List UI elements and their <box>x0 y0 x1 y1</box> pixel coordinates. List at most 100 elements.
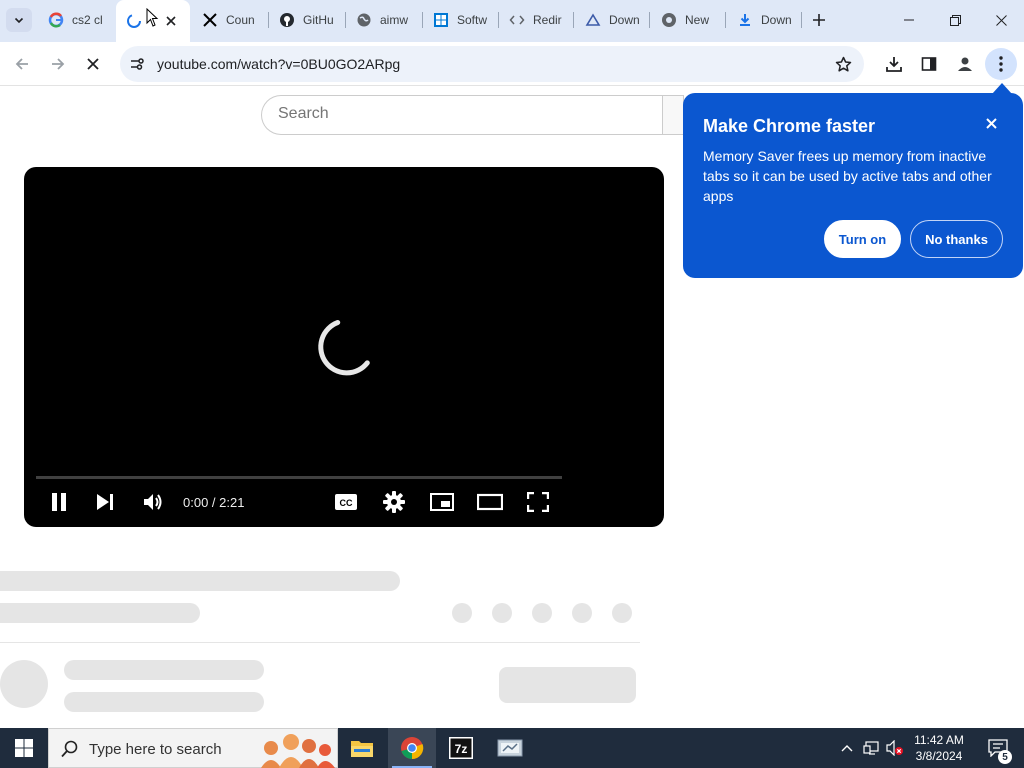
close-window-button[interactable] <box>978 0 1024 40</box>
miniplayer-button[interactable] <box>424 487 460 517</box>
site-info-icon[interactable] <box>128 55 146 73</box>
google-icon <box>48 12 64 28</box>
chrome-icon <box>661 12 677 28</box>
notification-center-button[interactable]: 5 <box>978 728 1018 768</box>
tab-download-1[interactable]: Down <box>585 0 639 40</box>
taskbar-7zip[interactable]: 7z <box>437 728 485 768</box>
plus-icon <box>813 14 825 26</box>
tab-cs2[interactable]: cs2 cl <box>48 0 106 40</box>
tab-strip: cs2 cl Coun GitHu aimw Softw Redir Down <box>0 0 1024 42</box>
windows-taskbar: Type here to search 7z 11:42 AM 3/8/2024… <box>0 728 1024 768</box>
tab-github[interactable]: GitHu <box>279 0 333 40</box>
profile-button[interactable] <box>949 48 981 80</box>
back-button[interactable] <box>6 48 38 80</box>
tab-aimw[interactable]: aimw <box>356 0 410 40</box>
tab-title: GitHu <box>303 13 333 27</box>
taskbar-chrome[interactable] <box>388 728 436 768</box>
volume-muted-icon <box>886 740 903 756</box>
fullscreen-icon <box>527 492 549 512</box>
chevron-down-icon <box>14 17 24 24</box>
new-tab-button[interactable] <box>806 8 832 32</box>
folder-icon <box>351 741 373 757</box>
search-highlight-illustration-icon <box>261 734 335 768</box>
search-icon <box>61 740 78 758</box>
popup-title: Make Chrome faster <box>703 116 876 136</box>
channel-subs-skeleton <box>64 692 264 712</box>
popup-body: Memory Saver frees up memory from inacti… <box>703 148 992 204</box>
start-button[interactable] <box>0 728 48 768</box>
no-thanks-button[interactable]: No thanks <box>910 220 1003 258</box>
tab-separator <box>345 12 346 28</box>
tab-search-button[interactable] <box>6 8 32 32</box>
tab-redirect[interactable]: Redir <box>509 0 563 40</box>
next-button[interactable] <box>87 487 123 517</box>
tab-download-2[interactable]: Down <box>737 0 791 40</box>
closed-captions-icon: CC <box>335 494 357 510</box>
network-status[interactable] <box>860 728 882 768</box>
tab-separator <box>573 12 574 28</box>
memory-saver-popup: Make Chrome faster Memory Saver frees up… <box>683 93 1023 278</box>
windows-logo-icon <box>15 739 33 757</box>
action-skeleton <box>612 603 632 623</box>
settings-button[interactable] <box>376 487 412 517</box>
action-skeleton <box>532 603 552 623</box>
miniplayer-icon <box>430 493 454 511</box>
forward-button[interactable] <box>42 48 74 80</box>
time-display: 0:00 / 2:21 <box>183 495 245 510</box>
tab-title: New <box>685 13 710 27</box>
tab-software[interactable]: Softw <box>433 0 487 40</box>
svg-text:CC: CC <box>340 498 353 508</box>
tab-title: cs2 cl <box>72 13 103 27</box>
captions-button[interactable]: CC <box>328 487 364 517</box>
search-button[interactable] <box>662 95 684 135</box>
bookmark-star-icon[interactable] <box>834 55 852 73</box>
volume-icon <box>144 494 162 510</box>
tab-separator <box>268 12 269 28</box>
pause-icon <box>52 493 66 511</box>
tab-title: Coun <box>226 13 255 27</box>
theater-mode-button[interactable] <box>472 487 508 517</box>
volume-status[interactable] <box>884 728 906 768</box>
code-icon <box>509 12 525 28</box>
video-player[interactable]: 0:00 / 2:21 CC <box>24 167 664 527</box>
stop-loading-button[interactable] <box>77 48 109 80</box>
downloads-button[interactable] <box>878 48 910 80</box>
popup-close-button[interactable] <box>981 113 1001 133</box>
tab-x[interactable]: Coun <box>202 0 256 40</box>
theater-icon <box>477 493 503 511</box>
address-bar[interactable]: youtube.com/watch?v=0BU0GO2ARpg <box>120 46 864 82</box>
tab-title: aimw <box>380 13 409 27</box>
divider <box>0 642 640 643</box>
mute-button[interactable] <box>135 487 171 517</box>
taskbar-clock[interactable]: 11:42 AM 3/8/2024 <box>904 732 974 764</box>
avatar-skeleton <box>0 660 48 708</box>
gear-icon <box>383 491 405 513</box>
turn-on-button[interactable]: Turn on <box>824 220 901 258</box>
side-panel-button[interactable] <box>913 48 945 80</box>
tab-separator <box>422 12 423 28</box>
minimize-button[interactable] <box>886 0 932 40</box>
globe-icon <box>356 12 372 28</box>
taskbar-app-window[interactable] <box>486 728 534 768</box>
taskbar-file-explorer[interactable] <box>338 728 386 768</box>
7zip-icon: 7z <box>449 737 473 759</box>
arrow-left-icon <box>15 58 28 70</box>
browser-toolbar: youtube.com/watch?v=0BU0GO2ARpg <box>0 42 1024 86</box>
search-input[interactable] <box>278 105 658 123</box>
title-skeleton <box>0 571 400 591</box>
fullscreen-button[interactable] <box>520 487 556 517</box>
tab-close-icon[interactable] <box>164 14 178 28</box>
avatar-icon <box>958 57 972 71</box>
url-text: youtube.com/watch?v=0BU0GO2ARpg <box>157 56 401 72</box>
restore-button[interactable] <box>932 0 978 40</box>
triangle-icon <box>585 12 601 28</box>
subscribe-skeleton <box>499 667 636 703</box>
pause-button[interactable] <box>41 487 77 517</box>
show-hidden-icons-button[interactable] <box>836 728 858 768</box>
progress-bar[interactable] <box>36 476 562 479</box>
action-skeleton <box>492 603 512 623</box>
tab-new[interactable]: New <box>661 0 715 40</box>
taskbar-search-box[interactable]: Type here to search <box>48 728 338 768</box>
chrome-menu-button[interactable] <box>985 48 1017 80</box>
tab-title: Redir <box>533 13 562 27</box>
